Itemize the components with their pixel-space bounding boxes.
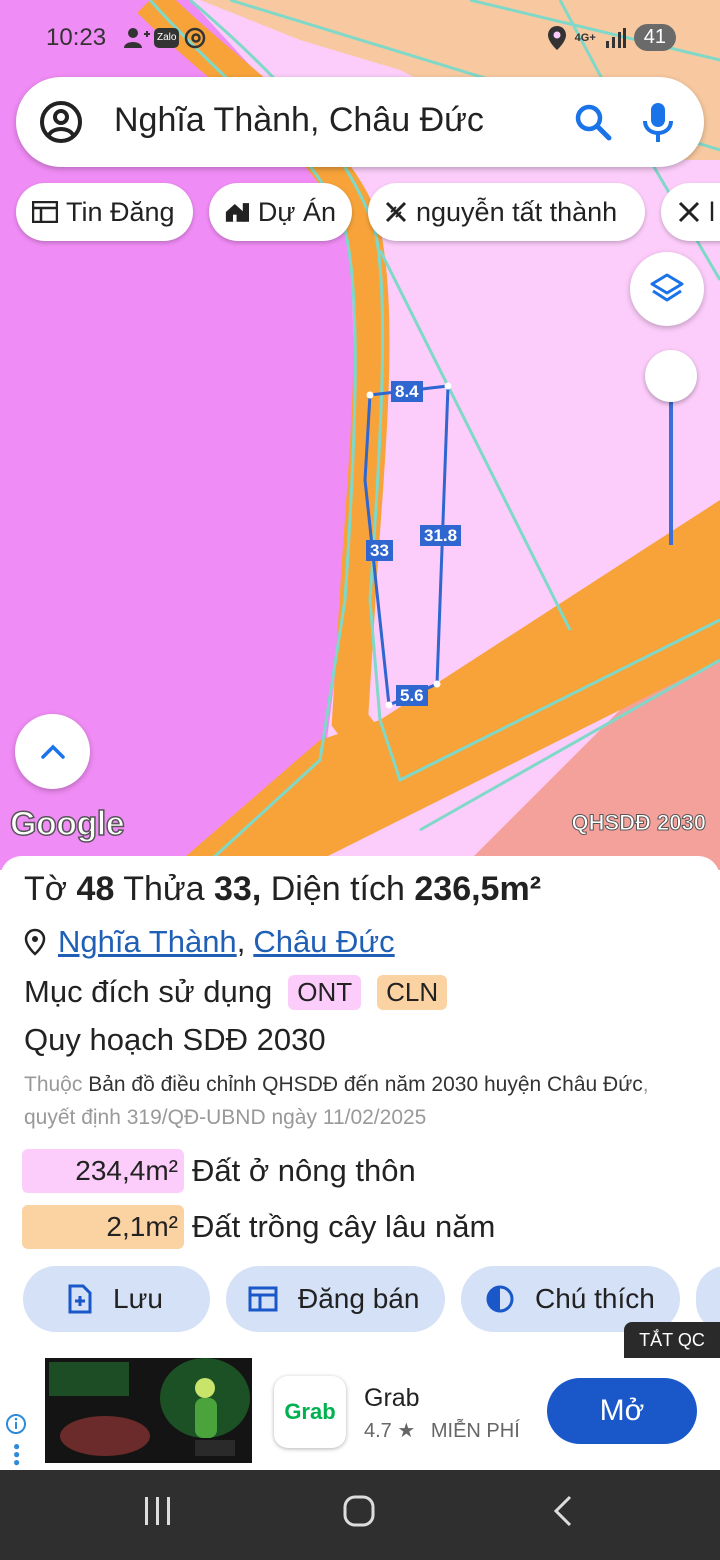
slider-knob[interactable]: [645, 350, 697, 402]
plot-edge-label-right: 31.8: [420, 525, 462, 546]
lot-number: 33,: [214, 870, 262, 908]
signal-icon: [605, 27, 626, 48]
legend-contrast-icon: [486, 1285, 514, 1313]
chip-label: Tin Đăng: [66, 196, 175, 227]
address-row: Nghĩa Thành , Châu Đức: [24, 924, 395, 960]
close-x-icon: [385, 201, 407, 223]
info-icon[interactable]: [5, 1413, 27, 1435]
plot-edge-label-bottom: 5.6: [396, 685, 428, 706]
search-bar[interactable]: Nghĩa Thành, Châu Đức: [16, 77, 704, 167]
battery-level: 41: [633, 24, 676, 51]
purpose-label: Mục đích sử dụng: [24, 974, 273, 1009]
sheet-number: 48: [76, 870, 115, 908]
parcel-title: Tờ 48 Thửa 33, Diện tích 236,5m²: [24, 870, 541, 909]
ad-creative-image[interactable]: [45, 1358, 252, 1463]
back-icon[interactable]: [550, 1494, 574, 1528]
area-breakdown-row: 234,4m² Đất ở nông thôn: [22, 1149, 416, 1193]
system-nav-bar: [0, 1470, 720, 1560]
google-logo: Google: [9, 804, 125, 844]
threads-icon: [185, 27, 206, 49]
area-value: 234,4m²: [22, 1149, 184, 1193]
slider-track[interactable]: [669, 380, 673, 545]
account-circle-icon[interactable]: [38, 99, 84, 145]
layer-opacity-slider[interactable]: [645, 350, 697, 550]
more-options-icon[interactable]: ● ● ●: [13, 1440, 20, 1468]
location-pin-icon: [24, 928, 46, 956]
status-time: 10:23: [46, 24, 107, 51]
address-separator: ,: [236, 924, 246, 959]
close-ad-button[interactable]: TẮT QC: [624, 1322, 720, 1358]
layers-icon: [650, 273, 684, 302]
area-description: Đất ở nông thôn: [192, 1153, 416, 1188]
ad-app-name[interactable]: Grab: [364, 1384, 420, 1413]
legend-label: Chú thích: [535, 1283, 655, 1314]
grab-app-icon[interactable]: Grab: [274, 1376, 346, 1448]
plot-edge-label-top: 8.4: [391, 381, 423, 402]
project-icon: [225, 203, 250, 222]
save-add-icon: [68, 1284, 92, 1314]
status-bar: 10:23 Zalo 4G+ 41: [0, 20, 720, 60]
recent-apps-icon[interactable]: [142, 1494, 174, 1528]
ad-open-button[interactable]: Mở: [547, 1378, 697, 1444]
ad-rating: 4.7 ★: [364, 1420, 416, 1442]
plan-note-prefix: Thuộc: [24, 1073, 83, 1096]
chip-label: nguyễn tất thành: [416, 196, 618, 227]
filter-chips: Tin Đăng Dự Án nguyễn tất thành l: [16, 183, 720, 241]
ad-banner[interactable]: ● ● ● Grab Grab 4.7 ★ MIỄN PHÍ Mở: [0, 1358, 720, 1470]
home-icon[interactable]: [342, 1494, 376, 1528]
ad-price: MIỄN PHÍ: [430, 1420, 520, 1442]
sheet-prefix: Tờ: [24, 870, 68, 908]
plan-note: Thuộc Bản đồ điều chỉnh QHSDĐ đến năm 20…: [24, 1068, 704, 1134]
add-contact-icon: [124, 28, 150, 48]
listing-icon: [32, 201, 58, 223]
map-layer-tag: QHSDĐ 2030: [571, 810, 707, 836]
network-type-label: 4G+: [574, 31, 596, 44]
search-icon[interactable]: [574, 103, 612, 141]
purpose-tag-cln: CLN: [377, 974, 448, 1010]
save-button[interactable]: Lưu: [23, 1266, 210, 1332]
post-sale-button[interactable]: Đăng bán: [226, 1266, 445, 1332]
district-link[interactable]: Châu Đức: [253, 924, 394, 960]
chip-du-an[interactable]: Dự Án: [209, 183, 352, 241]
area-description: Đất trồng cây lâu năm: [192, 1209, 496, 1244]
chip-more[interactable]: l: [661, 183, 720, 241]
zalo-notification-icon: Zalo: [154, 28, 180, 48]
area-value: 2,1m²: [22, 1205, 184, 1249]
area-prefix: Diện tích: [270, 870, 405, 908]
plot-edge-label-left: 33: [366, 540, 393, 561]
chip-label: l: [709, 196, 715, 227]
expand-sheet-button[interactable]: [15, 714, 90, 789]
land-use-purpose-row: Mục đích sử dụng ONT CLN: [24, 974, 448, 1010]
location-icon: [547, 25, 566, 50]
ad-illustration: [45, 1358, 252, 1463]
plan-title: Quy hoạch SDĐ 2030: [24, 1022, 326, 1057]
close-x-icon: [678, 201, 700, 223]
plan-note-map: Bản đồ điều chỉnh QHSDĐ đến năm 2030 huy…: [88, 1073, 643, 1096]
ad-app-meta: 4.7 ★ MIỄN PHÍ: [364, 1418, 520, 1443]
search-query-text[interactable]: Nghĩa Thành, Châu Đức: [114, 101, 484, 140]
parcel-info-sheet: Tờ 48 Thửa 33, Diện tích 236,5m² Nghĩa T…: [0, 856, 720, 1356]
post-sale-icon: [248, 1286, 278, 1312]
map-view[interactable]: 8.4 33 31.8 5.6 10:23 Zalo 4G+ 41 Nghĩa …: [0, 0, 720, 870]
ward-link[interactable]: Nghĩa Thành: [58, 924, 237, 960]
lot-prefix: Thửa: [123, 870, 205, 908]
chip-tin-dang[interactable]: Tin Đăng: [16, 183, 193, 241]
post-sale-label: Đăng bán: [298, 1283, 420, 1314]
layers-button[interactable]: [630, 252, 704, 326]
purpose-tag-ont: ONT: [288, 974, 362, 1010]
chevron-up-icon: [40, 744, 65, 759]
area-breakdown-row: 2,1m² Đất trồng cây lâu năm: [22, 1205, 495, 1249]
chip-road-nguyen-tat-thanh[interactable]: nguyễn tất thành: [368, 183, 645, 241]
save-label: Lưu: [113, 1283, 163, 1314]
mic-icon[interactable]: [642, 101, 674, 143]
chip-label: Dự Án: [257, 196, 336, 227]
parcel-area: 236,5m²: [414, 870, 542, 908]
